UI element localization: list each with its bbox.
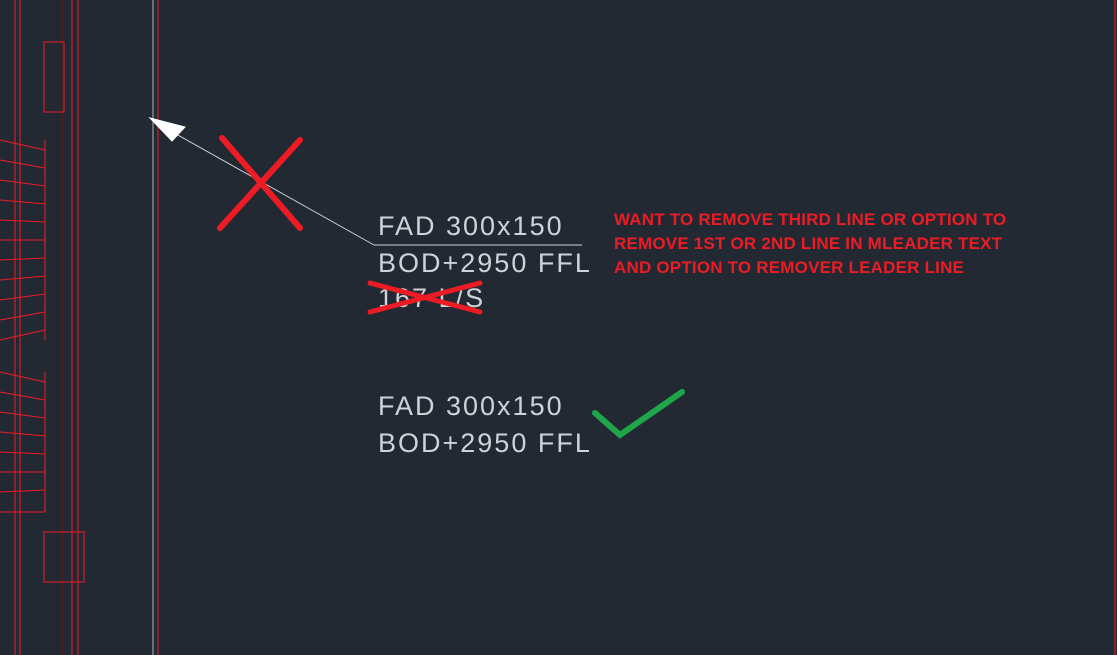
cross-mark-icon <box>220 138 300 228</box>
annotation-note: WANT TO REMOVE THIRD LINE OR OPTION TO R… <box>614 208 1094 279</box>
mleader-after-line1[interactable]: FAD 300x150 <box>378 388 564 424</box>
mleader-before-line1[interactable]: FAD 300x150 <box>378 208 564 244</box>
check-mark-icon <box>595 392 682 435</box>
annotation-note-line3: AND OPTION TO REMOVER LEADER LINE <box>614 256 1094 280</box>
annotation-note-line2: REMOVE 1ST OR 2ND LINE IN MLEADER TEXT <box>614 232 1094 256</box>
annotation-marks <box>0 0 1117 655</box>
mleader-after-line2[interactable]: BOD+2950 FFL <box>378 425 592 461</box>
cad-geometry-layer <box>0 0 1117 655</box>
mleader-before-line3[interactable]: 167 L/S <box>378 280 485 316</box>
mleader-before <box>0 0 1117 655</box>
cad-viewport[interactable]: FAD 300x150 BOD+2950 FFL 167 L/S FAD 300… <box>0 0 1117 655</box>
annotation-note-line1: WANT TO REMOVE THIRD LINE OR OPTION TO <box>614 208 1094 232</box>
mleader-before-line2[interactable]: BOD+2950 FFL <box>378 245 592 281</box>
